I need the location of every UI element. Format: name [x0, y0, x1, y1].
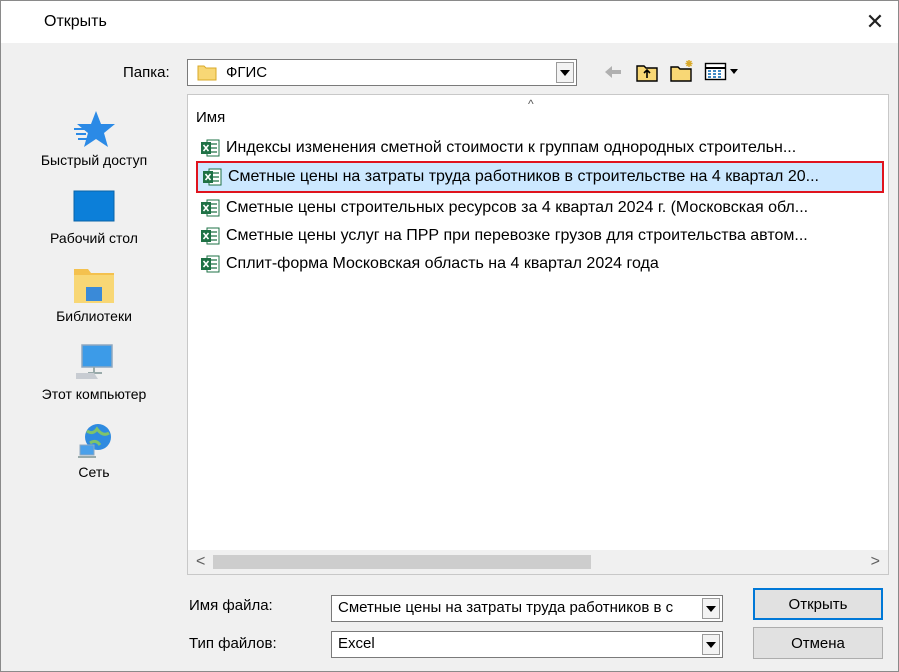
excel-file-icon	[201, 255, 220, 273]
sidebar-item-label: Рабочий стол	[50, 230, 138, 246]
open-button[interactable]: Открыть	[753, 588, 883, 620]
excel-file-icon	[201, 199, 220, 217]
file-name: Индексы изменения сметной стоимости к гр…	[226, 139, 797, 156]
scroll-right-icon[interactable]: >	[871, 553, 880, 571]
excel-file-icon	[201, 139, 220, 157]
desktop-icon	[73, 190, 115, 222]
column-header-name[interactable]: Имя	[196, 109, 225, 126]
sidebar-item-label: Этот компьютер	[41, 386, 147, 402]
computer-icon	[76, 344, 113, 379]
file-row[interactable]: Сметные цены услуг на ПРР при перевозке …	[196, 224, 884, 248]
file-row-selected[interactable]: Сметные цены на затраты труда работников…	[196, 161, 884, 193]
horizontal-scrollbar[interactable]: < >	[188, 550, 888, 574]
view-menu-icon[interactable]	[704, 62, 744, 82]
file-name: Сметные цены строительных ресурсов за 4 …	[226, 199, 809, 216]
scrollbar-thumb[interactable]	[213, 555, 591, 569]
sidebar-item-this-pc[interactable]: Этот компьютер	[23, 343, 165, 402]
folder-up-icon[interactable]	[635, 61, 659, 83]
open-file-dialog: Открыть ✕ Папка: ФГИС Быстрый доступ Раб…	[0, 0, 899, 672]
folder-label: Папка:	[123, 64, 170, 81]
close-icon[interactable]: ✕	[852, 1, 898, 43]
filetype-value: Excel	[338, 635, 375, 652]
sidebar-item-libraries[interactable]: Библиотеки	[23, 265, 165, 324]
filename-label: Имя файла:	[189, 597, 273, 614]
cancel-button[interactable]: Отмена	[753, 627, 883, 659]
sidebar-item-label: Библиотеки	[56, 308, 132, 324]
filename-value: Сметные цены на затраты труда работников…	[338, 599, 674, 616]
file-name: Сметные цены услуг на ПРР при перевозке …	[226, 227, 808, 244]
sidebar-item-desktop[interactable]: Рабочий стол	[23, 187, 165, 246]
scroll-left-icon[interactable]: <	[196, 553, 205, 571]
network-icon	[78, 424, 111, 458]
excel-file-icon	[201, 227, 220, 245]
libraries-icon	[74, 269, 114, 303]
filename-field[interactable]: Сметные цены на затраты труда работников…	[331, 595, 723, 622]
folder-select[interactable]: ФГИС	[187, 59, 577, 86]
folder-icon	[197, 65, 217, 81]
file-name: Сметные цены на затраты труда работников…	[228, 168, 819, 185]
file-name: Сплит-форма Московская область на 4 квар…	[226, 255, 659, 272]
chevron-down-icon[interactable]	[702, 598, 720, 619]
sidebar-item-label: Быстрый доступ	[40, 152, 148, 168]
quick-access-star-icon	[74, 111, 115, 147]
excel-file-icon	[203, 168, 222, 186]
sidebar-item-quick-access[interactable]: Быстрый доступ	[23, 109, 165, 168]
file-list: ^ Имя Индексы изменения сметной стоимост…	[187, 94, 889, 575]
sidebar-item-network[interactable]: Сеть	[23, 421, 165, 480]
filetype-label: Тип файлов:	[189, 635, 277, 652]
sort-ascending-icon[interactable]: ^	[528, 97, 534, 111]
new-folder-icon[interactable]	[669, 59, 695, 83]
file-row[interactable]: Сплит-форма Московская область на 4 квар…	[196, 252, 884, 276]
filetype-select[interactable]: Excel	[331, 631, 723, 658]
folder-value: ФГИС	[226, 64, 268, 81]
title-bar: Открыть ✕	[1, 1, 898, 43]
sidebar-item-label: Сеть	[78, 464, 110, 480]
file-row[interactable]: Сметные цены строительных ресурсов за 4 …	[196, 196, 884, 220]
file-row[interactable]: Индексы изменения сметной стоимости к гр…	[196, 136, 884, 160]
chevron-down-icon[interactable]	[702, 634, 720, 655]
dialog-title: Открыть	[44, 13, 107, 30]
back-arrow-icon[interactable]	[603, 64, 623, 80]
chevron-down-icon[interactable]	[556, 62, 574, 83]
